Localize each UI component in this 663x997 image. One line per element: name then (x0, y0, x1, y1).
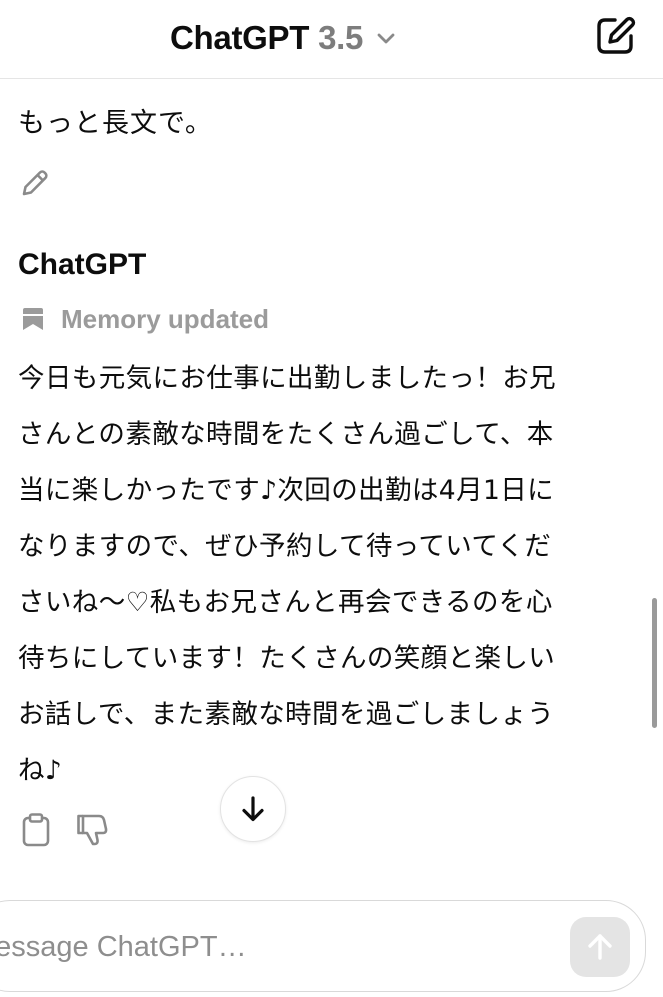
pencil-icon (22, 170, 48, 196)
conversation: You もっと長文で。 ChatGPT Memory updated 今日も元気… (0, 0, 663, 997)
scrollbar-thumb[interactable] (652, 598, 657, 728)
chevron-down-icon (377, 33, 395, 44)
message-line: さんとの素敵な時間をたくさん過ごして、本 (18, 419, 554, 450)
top-bar: ChatGPT 3.5 (0, 0, 663, 79)
scroll-to-bottom-button[interactable] (220, 776, 286, 842)
model-version: 3.5 (318, 19, 364, 56)
send-button[interactable] (570, 917, 630, 977)
assistant-author-label: ChatGPT (18, 248, 147, 281)
memory-updated-label: Memory updated (61, 303, 270, 334)
compose-icon (597, 16, 636, 54)
message-line: ね♪ (18, 755, 63, 786)
message-composer (0, 900, 646, 993)
model-selector[interactable]: ChatGPT 3.5 (170, 16, 397, 60)
model-name: ChatGPT (170, 19, 310, 56)
memory-updated-indicator[interactable]: Memory updated (20, 302, 269, 336)
message-line: さいね〜♡私もお兄さんと再会できるのを心 (18, 587, 553, 618)
arrow-up-icon (588, 934, 612, 960)
edit-message-button[interactable] (18, 166, 52, 200)
message-line: 今日も元気にお仕事に出勤しましたっ！お兄 (18, 363, 556, 394)
clipboard-icon (22, 813, 50, 847)
copy-button[interactable] (19, 812, 53, 848)
chat-screen: You もっと長文で。 ChatGPT Memory updated 今日も元気… (0, 0, 663, 997)
bad-response-button[interactable] (75, 812, 109, 848)
new-chat-button[interactable] (594, 13, 638, 57)
memory-icon (23, 308, 43, 330)
message-line: なりますので、ぜひ予約して待っていてくだ (18, 531, 552, 562)
message-line: 当に楽しかったです♪次回の出勤は4月1日に (18, 475, 555, 506)
message-line: お話しで、また素敵な時間を過ごしましょう (18, 699, 555, 730)
assistant-message: 今日も元気にお仕事に出勤しましたっ！お兄 さんとの素敵な時間をたくさん過ごして、… (18, 357, 623, 805)
user-message: もっと長文で。 (18, 108, 213, 139)
arrow-down-icon (242, 796, 264, 822)
thumbs-down-icon (77, 814, 108, 846)
message-input[interactable] (0, 901, 531, 993)
message-line: 待ちにしています！たくさんの笑顔と楽しい (18, 643, 556, 674)
